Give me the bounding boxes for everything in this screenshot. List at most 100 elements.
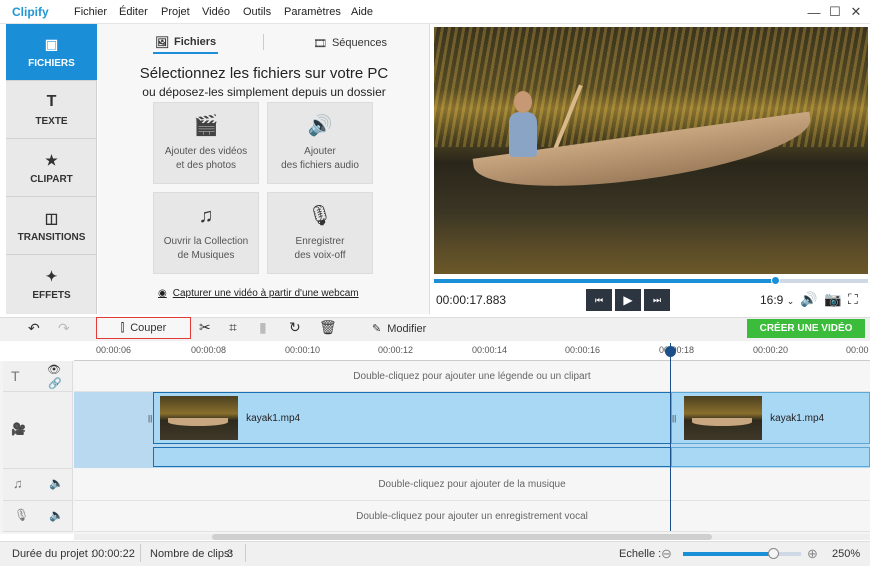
ruler-tick: 00:00:16: [565, 345, 601, 355]
clip-handle[interactable]: ||: [148, 414, 152, 423]
next-button[interactable]: ⏭: [644, 289, 670, 311]
nav-effets[interactable]: ✦ EFFETS: [6, 256, 97, 313]
menu-projet[interactable]: Projet: [161, 6, 190, 18]
caption-track[interactable]: Double-cliquez pour ajouter une légende …: [74, 361, 870, 392]
nav-clipart[interactable]: ★ CLIPART: [6, 140, 97, 197]
rotate-icon[interactable]: ↻: [289, 319, 301, 336]
video-camera-icon: 🎥: [11, 422, 26, 436]
tile-line: Enregistrer: [295, 236, 345, 247]
menu-outils[interactable]: Outils: [243, 6, 271, 18]
microphone-icon: 🎙: [14, 508, 30, 522]
minimize-icon[interactable]: —: [804, 2, 824, 22]
timeline-ruler[interactable]: 00:00:06 00:00:08 00:00:10 00:00:12 00:0…: [74, 343, 870, 361]
tile-line: des fichiers audio: [281, 160, 359, 171]
nav-label: TRANSITIONS: [17, 231, 86, 243]
video-clip[interactable]: || kayak1.mp4: [148, 392, 671, 444]
clip-thumbnail: [160, 396, 239, 440]
crop-icon[interactable]: ⌗: [229, 319, 237, 336]
maximize-icon[interactable]: ☐: [825, 2, 845, 22]
speaker-icon[interactable]: 🔈: [49, 508, 64, 522]
speaker-icon[interactable]: 🔈: [49, 476, 64, 490]
voice-track-header: 🎙 🔈: [3, 501, 73, 532]
aspect-ratio-select[interactable]: 16:9 ⌄: [760, 293, 794, 307]
clip-handle[interactable]: ||: [672, 414, 676, 423]
menu-fichier[interactable]: Fichier: [74, 6, 107, 18]
left-nav: ▣ FICHIERS T TEXTE ★ CLIPART ◫ TRANSITIO…: [6, 24, 97, 314]
frame-icon[interactable]: ▮: [259, 319, 267, 336]
zoom-value: 250%: [832, 548, 861, 560]
nav-transitions[interactable]: ◫ TRANSITIONS: [6, 198, 97, 255]
menu-parametres[interactable]: Paramètres: [284, 6, 341, 18]
video-frame-person: [509, 112, 537, 157]
undo-icon[interactable]: ↶: [28, 320, 40, 337]
divider: [140, 544, 141, 562]
modify-button[interactable]: ✎ Modifier: [372, 322, 426, 336]
tile-line: Ajouter: [304, 146, 336, 157]
scale-label: Echelle :: [619, 548, 662, 560]
text-icon: T: [46, 93, 57, 110]
tab-fichiers[interactable]: 🖼 Fichiers: [153, 32, 219, 54]
menu-video[interactable]: Vidéo: [202, 6, 230, 18]
nav-texte[interactable]: T TEXTE: [6, 82, 97, 139]
cut-button[interactable]: ⫿ Couper: [96, 317, 191, 339]
video-track-header: 🎥: [3, 392, 73, 469]
edit-icon: ✎: [372, 323, 382, 335]
video-clip[interactable]: || kayak1.mp4: [671, 392, 870, 444]
scrollbar-thumb[interactable]: [212, 534, 712, 540]
microphone-icon: 🎙: [307, 205, 333, 227]
ratio-value: 16:9: [760, 293, 784, 307]
webcam-link[interactable]: ◉ Capturer une vidéo à partir d'une webc…: [158, 288, 359, 299]
record-voiceover-button[interactable]: 🎙 Enregistrer des voix-off: [267, 192, 373, 274]
clip-audio-strip[interactable]: [153, 447, 671, 467]
video-preview[interactable]: [434, 27, 868, 274]
music-note-icon: ♫: [13, 476, 23, 491]
video-track[interactable]: || kayak1.mp4 || kayak1.mp4: [74, 392, 870, 468]
panel-title: Sélectionnez les fichiers sur votre PC: [139, 65, 389, 82]
zoom-in-icon[interactable]: ⊕: [807, 546, 818, 562]
zoom-slider-handle[interactable]: [767, 548, 779, 559]
zoom-slider[interactable]: [683, 548, 801, 559]
close-icon[interactable]: ✕: [846, 2, 866, 22]
playhead-handle[interactable]: [665, 346, 676, 357]
tab-sequences[interactable]: 🎞 Séquences: [313, 32, 387, 54]
nav-label: EFFETS: [32, 290, 71, 301]
clip-audio-strip[interactable]: [671, 447, 870, 467]
timecode: 00:00:17.883: [436, 293, 507, 307]
redo-icon[interactable]: ↷: [58, 320, 70, 337]
link-icon[interactable]: 🔗: [48, 377, 62, 390]
webcam-icon: ◉: [158, 288, 167, 299]
playback-progress[interactable]: [434, 276, 868, 285]
transitions-icon: ◫: [44, 209, 59, 226]
tile-line: Ouvrir la Collection: [163, 236, 249, 247]
music-notes-icon: ♫: [198, 205, 214, 227]
files-panel: 🖼 Fichiers 🎞 Séquences Sélectionnez les …: [98, 24, 430, 314]
music-collection-button[interactable]: ♫ Ouvrir la Collection de Musiques: [153, 192, 259, 274]
scissors-icon[interactable]: ✂: [199, 319, 211, 336]
fullscreen-icon[interactable]: ⛶: [848, 291, 858, 308]
ruler-tick: 00:00:06: [96, 345, 132, 355]
previous-button[interactable]: ⏮: [586, 289, 612, 311]
clips-label: Nombre de clips:: [150, 548, 233, 560]
music-track-header: ♫ 🔈: [3, 469, 73, 501]
progress-handle[interactable]: [770, 276, 780, 285]
menu-aide[interactable]: Aide: [351, 6, 373, 18]
play-button[interactable]: ▶: [615, 289, 641, 311]
add-audio-button[interactable]: 🔊 Ajouter des fichiers audio: [267, 102, 373, 184]
voice-track[interactable]: Double-cliquez pour ajouter un enregistr…: [74, 501, 870, 532]
playhead[interactable]: [670, 343, 671, 531]
nav-fichiers[interactable]: ▣ FICHIERS: [6, 24, 97, 81]
music-track[interactable]: Double-cliquez pour ajouter de la musiqu…: [74, 469, 870, 501]
menu-editer[interactable]: Éditer: [119, 6, 148, 18]
tab-label: Séquences: [331, 37, 388, 49]
camera-icon[interactable]: 📷: [824, 291, 841, 308]
create-video-button[interactable]: CRÉER UNE VIDÉO: [747, 319, 865, 338]
volume-icon[interactable]: 🔊: [800, 291, 817, 308]
tab-divider: [263, 34, 264, 50]
image-icon: 🖼: [155, 36, 169, 49]
duration-label: Durée du projet :: [12, 548, 94, 560]
trash-icon[interactable]: 🗑: [319, 319, 337, 336]
eye-icon[interactable]: 👁: [47, 363, 61, 376]
zoom-out-icon[interactable]: ⊖: [661, 546, 672, 562]
film-reel-icon: 🎬: [193, 115, 219, 137]
add-videos-photos-button[interactable]: 🎬 Ajouter des vidéos et des photos: [153, 102, 259, 184]
